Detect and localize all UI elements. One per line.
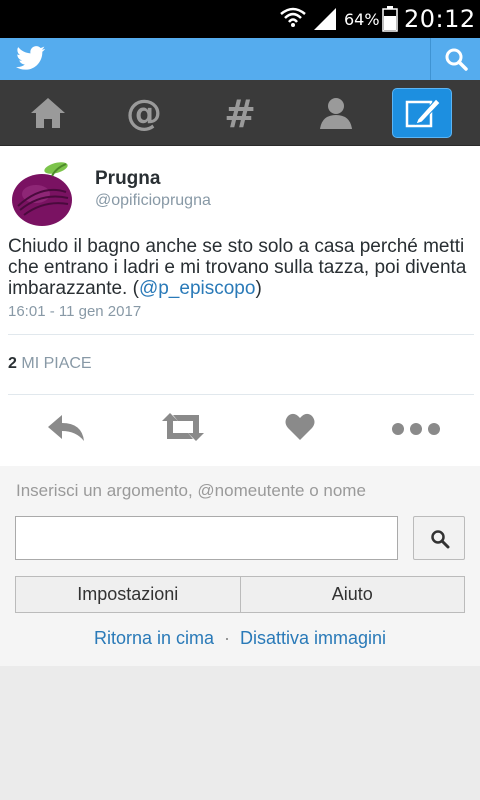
app-header — [0, 38, 480, 80]
header-search-button[interactable] — [430, 38, 480, 80]
footer-links: Ritorna in cima · Disattiva immagini — [0, 628, 480, 649]
search-hint: Inserisci un argomento, @nomeutente o no… — [16, 481, 366, 500]
wifi-icon — [280, 7, 306, 27]
likes-count: 2 — [8, 355, 17, 372]
search-icon — [431, 530, 450, 549]
nav-compose[interactable] — [384, 80, 480, 146]
divider — [8, 334, 474, 335]
hashtag-icon: # — [224, 93, 256, 133]
likes-label: MI PIACE — [21, 355, 92, 372]
battery-icon — [382, 6, 398, 32]
search-submit-button[interactable] — [413, 516, 465, 560]
nav-home[interactable] — [0, 80, 96, 146]
signal-icon — [314, 8, 336, 30]
main-nav: @ # — [0, 80, 480, 146]
retweet-icon[interactable] — [160, 411, 206, 443]
help-button[interactable]: Aiuto — [239, 577, 465, 612]
mentions-icon: @ — [126, 93, 162, 133]
divider — [8, 394, 474, 395]
profile-icon — [320, 98, 352, 129]
user-handle[interactable]: @opificioprugna — [95, 192, 211, 210]
display-name[interactable]: Prugna — [95, 168, 160, 190]
tweet-card: Prugna @opificioprugna Chiudo il bagno a… — [0, 146, 480, 466]
nav-mentions[interactable]: @ — [96, 80, 192, 146]
likes-stat[interactable]: 2 MI PIACE — [8, 355, 92, 373]
nav-profile[interactable] — [288, 80, 384, 146]
search-input[interactable] — [15, 516, 398, 560]
search-icon — [445, 48, 468, 71]
compose-icon — [405, 98, 441, 128]
mention-link[interactable]: @p_episcopo — [139, 278, 255, 299]
reply-icon[interactable] — [46, 411, 86, 443]
more-icon[interactable] — [390, 411, 442, 443]
nav-discover[interactable]: # — [192, 80, 288, 146]
battery-percent: 64% — [344, 10, 380, 29]
settings-button[interactable]: Impostazioni — [16, 577, 240, 612]
status-bar: 64% 20:12 — [0, 0, 480, 38]
back-to-top-link[interactable]: Ritorna in cima — [94, 628, 214, 648]
tweet-body-end: ) — [255, 278, 262, 299]
svg-text:#: # — [224, 93, 256, 133]
tweet-text: Chiudo il bagno anche se sto solo a casa… — [8, 236, 472, 299]
clock: 20:12 — [404, 5, 476, 33]
footer-buttons: Impostazioni Aiuto — [15, 576, 465, 613]
disable-images-link[interactable]: Disattiva immagini — [240, 628, 386, 648]
twitter-bird-icon[interactable] — [16, 46, 46, 72]
like-icon[interactable] — [284, 411, 316, 443]
avatar[interactable] — [8, 154, 86, 232]
link-separator: · — [224, 628, 230, 648]
tweet-timestamp[interactable]: 16:01 - 11 gen 2017 — [8, 303, 141, 320]
svg-text:@: @ — [126, 93, 162, 133]
home-icon — [31, 98, 65, 128]
